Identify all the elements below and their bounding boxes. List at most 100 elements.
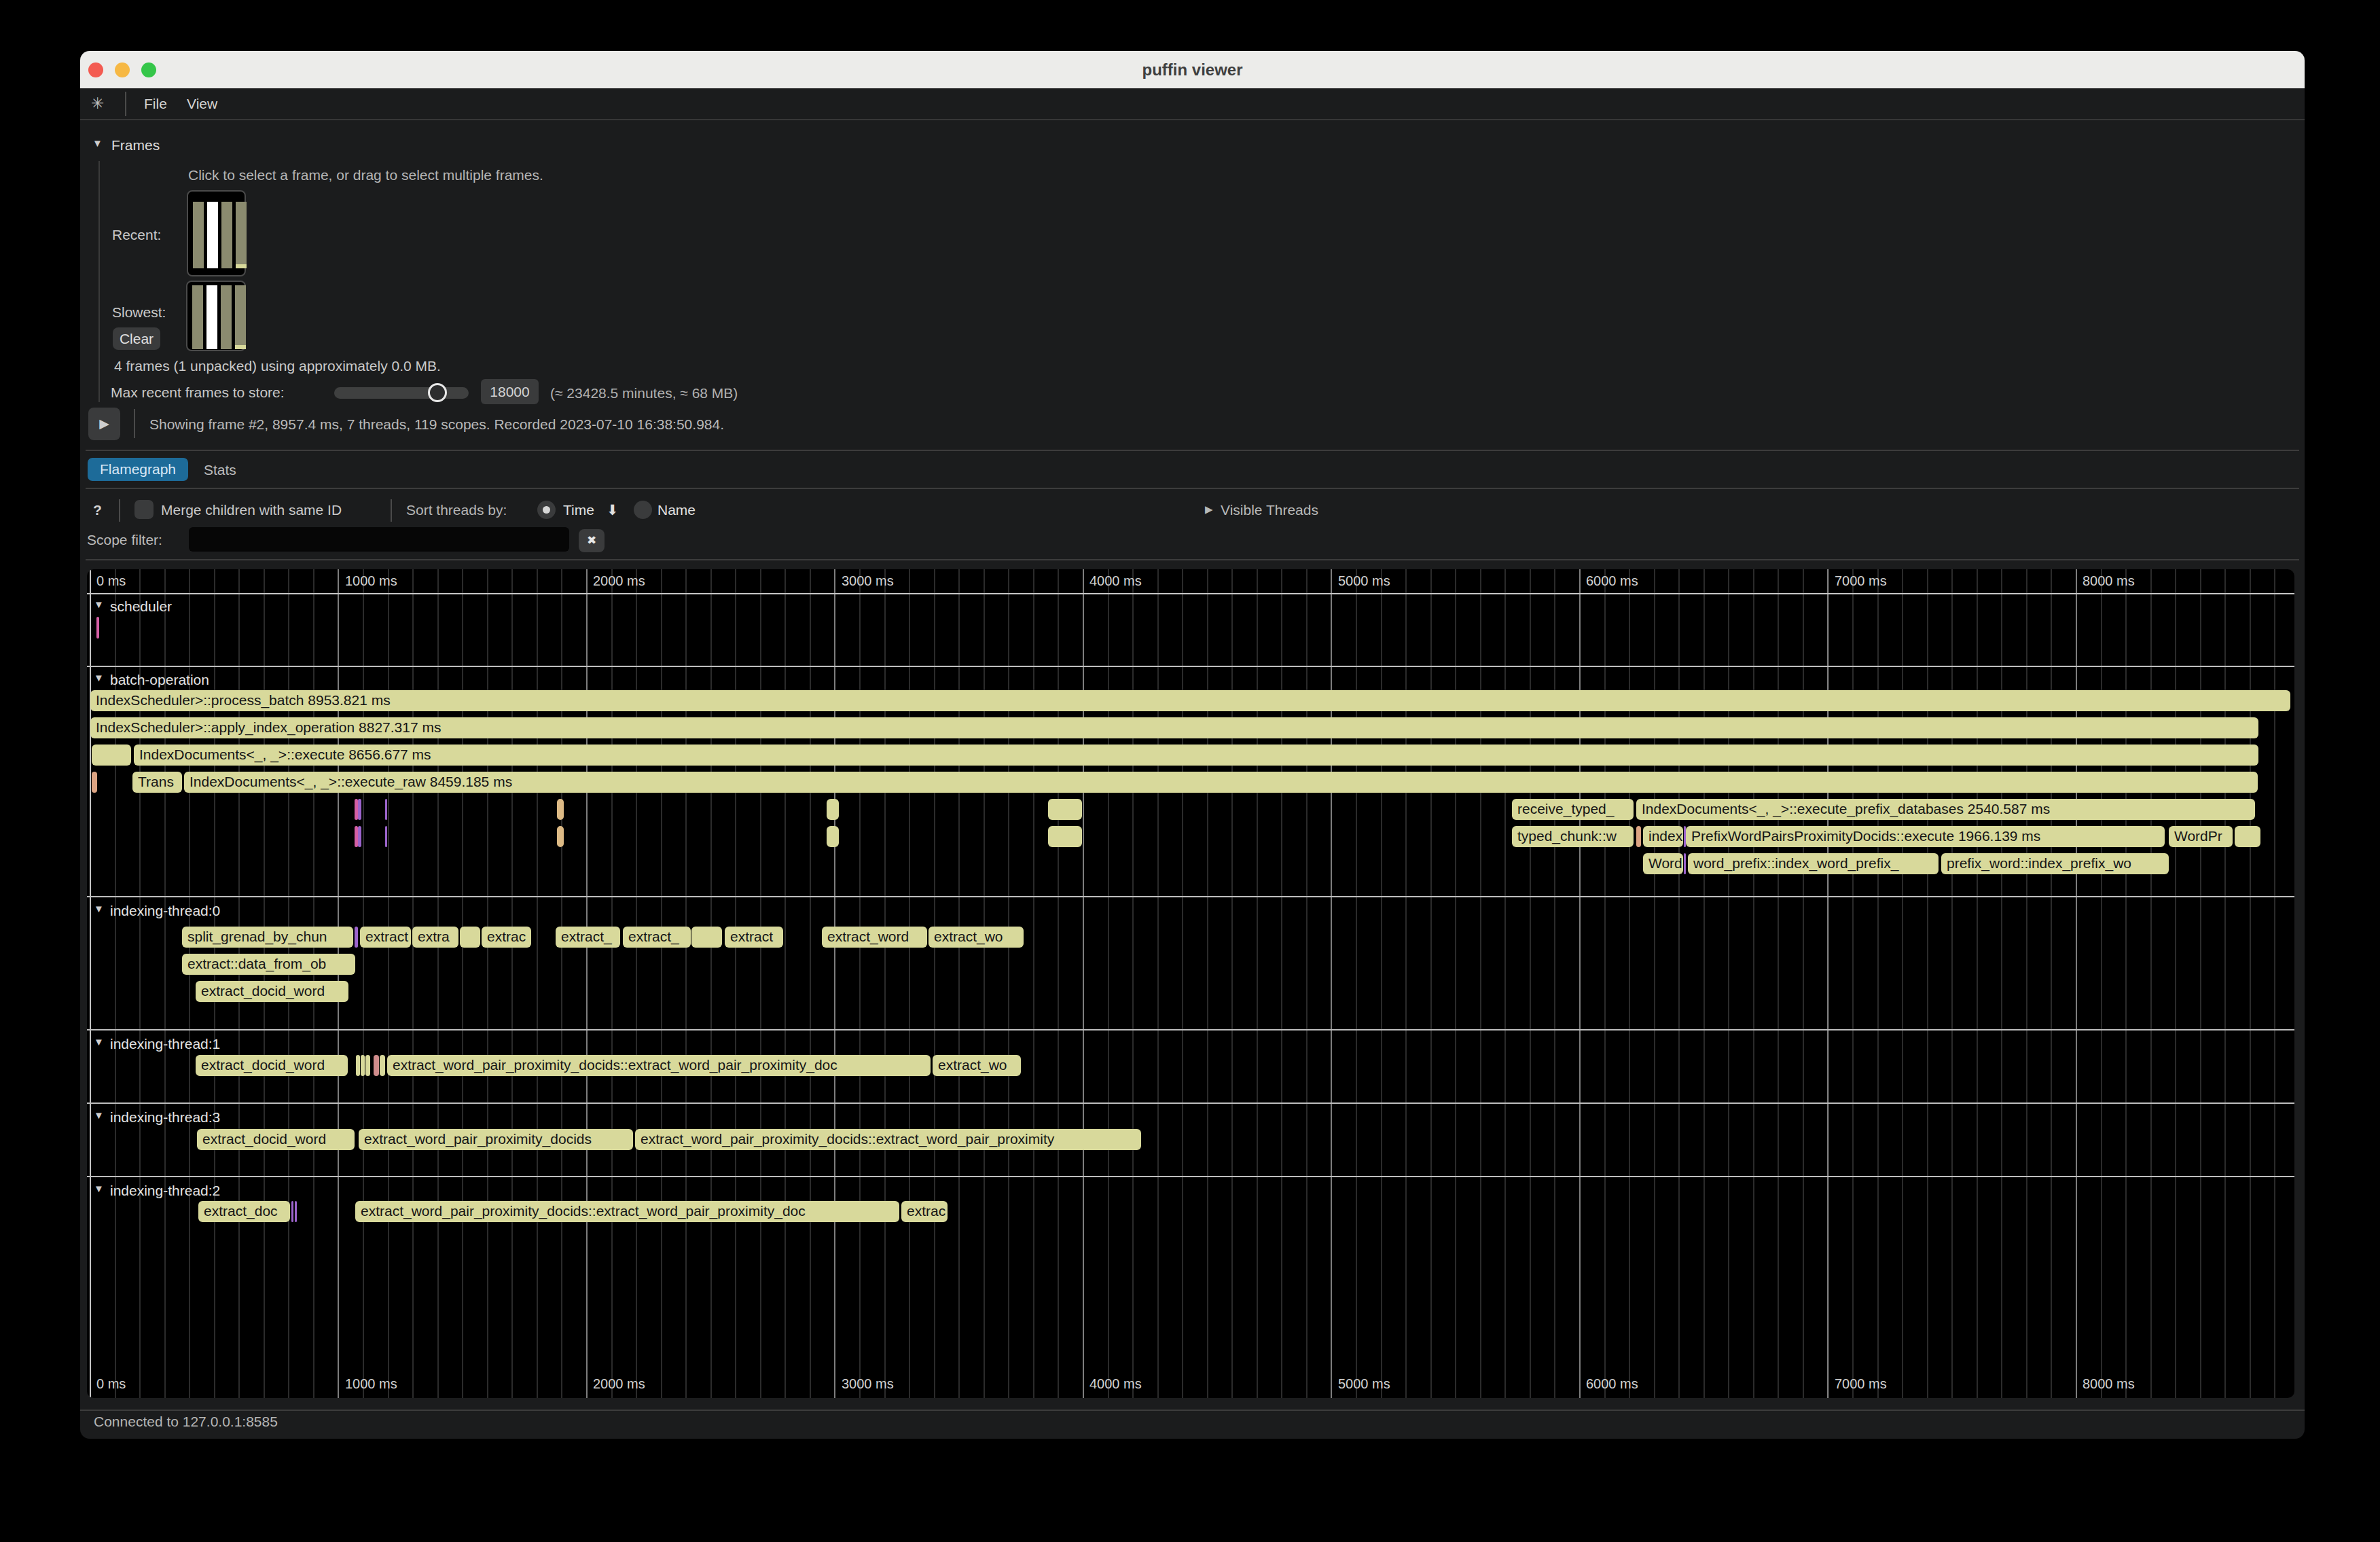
thread-label-t0[interactable]: indexing-thread:0 — [110, 903, 220, 919]
scope-bar[interactable]: extract_ — [556, 927, 620, 948]
thread-collapse-icon[interactable]: ▼ — [94, 1109, 104, 1121]
scope-bar[interactable]: extract_word_pair_proximity_docids — [359, 1129, 633, 1150]
scope-bar[interactable] — [291, 1201, 293, 1222]
flamegraph-panel[interactable]: 0 ms 1000 ms 2000 ms 3000 ms 4000 ms 500… — [87, 569, 2294, 1398]
scope-bar[interactable]: extrac — [482, 927, 531, 948]
scope-bar[interactable]: extra — [412, 927, 458, 948]
scope-bar[interactable]: IndexDocuments<_, _>::execute_prefix_dat… — [1636, 799, 2255, 820]
app-menu-icon[interactable]: ✳ — [91, 88, 104, 119]
scope-bar[interactable]: receive_typed_ — [1512, 799, 1634, 820]
scope-bar[interactable]: extract_wo — [928, 927, 1024, 948]
scope-bar[interactable] — [1048, 826, 1082, 847]
thread-collapse-icon[interactable]: ▼ — [94, 672, 104, 683]
sort-name-radio[interactable] — [634, 501, 652, 519]
scope-bar[interactable] — [380, 1055, 385, 1076]
clear-button[interactable]: Clear — [113, 327, 160, 350]
thread-label-t3[interactable]: indexing-thread:3 — [110, 1109, 220, 1126]
scope-bar[interactable]: extract — [725, 927, 783, 948]
scope-bar[interactable]: word_prefix::index_word_prefix_ — [1688, 853, 1939, 874]
scope-bar[interactable]: extract_word_pair_proximity_docids::extr… — [387, 1055, 931, 1076]
scope-bar[interactable]: extract_doc — [198, 1201, 290, 1222]
scope-bar[interactable]: extract — [360, 927, 411, 948]
scope-bar[interactable]: typed_chunk::w — [1512, 826, 1634, 847]
scope-bar[interactable] — [96, 617, 99, 639]
scope-bar[interactable]: IndexScheduler>::apply_index_operation 8… — [90, 717, 2258, 738]
scope-filter-input[interactable] — [189, 527, 569, 552]
scope-bar[interactable] — [2235, 826, 2260, 847]
thread-label-scheduler[interactable]: scheduler — [110, 598, 172, 615]
scope-bar[interactable]: extract_word_pair_proximity_docids::extr… — [635, 1129, 1141, 1150]
scope-bar[interactable] — [1048, 799, 1082, 820]
scope-bar[interactable]: IndexDocuments<_, _>::execute_raw 8459.1… — [184, 772, 2258, 793]
frame-bar[interactable] — [221, 285, 232, 349]
tab-stats[interactable]: Stats — [204, 462, 236, 478]
scope-bar[interactable] — [385, 826, 387, 847]
frames-header[interactable]: Frames — [111, 137, 160, 154]
scope-bar[interactable]: extract_word — [822, 927, 927, 948]
scope-bar[interactable]: Trans — [132, 772, 182, 793]
frame-bar[interactable] — [193, 202, 204, 268]
frame-bar-selected[interactable] — [206, 285, 217, 349]
max-recent-slider[interactable] — [334, 387, 469, 399]
menu-view[interactable]: View — [187, 88, 217, 119]
scope-bar[interactable]: extract_docid_word — [197, 1129, 355, 1150]
scope-bar[interactable]: extract::data_from_ob — [182, 954, 355, 975]
scope-bar[interactable]: extract_wo — [933, 1055, 1021, 1076]
scope-bar[interactable]: PrefixWordPairsProximityDocids::execute … — [1686, 826, 2165, 847]
thread-label-batch[interactable]: batch-operation — [110, 672, 209, 688]
max-recent-value[interactable]: 18000 — [481, 379, 539, 404]
scope-bar[interactable] — [358, 799, 361, 820]
sort-time-radio[interactable] — [537, 501, 556, 519]
scope-bar[interactable] — [365, 1055, 370, 1076]
play-button[interactable]: ▶ — [88, 408, 120, 440]
scope-bar[interactable]: Word — [1643, 853, 1683, 874]
scope-bar[interactable] — [827, 799, 839, 820]
slider-knob[interactable] — [428, 383, 447, 402]
scope-bar[interactable] — [460, 927, 480, 948]
scope-bar[interactable] — [557, 799, 564, 820]
sort-time-label[interactable]: Time — [563, 502, 594, 518]
recent-frames-thumbnail[interactable] — [187, 190, 246, 276]
tab-flamegraph[interactable]: Flamegraph — [88, 458, 188, 481]
menu-file[interactable]: File — [144, 88, 167, 119]
scope-bar[interactable] — [691, 927, 722, 948]
clear-filter-button[interactable]: ✖ — [579, 529, 605, 552]
merge-label[interactable]: Merge children with same ID — [161, 502, 342, 518]
sort-name-label[interactable]: Name — [657, 502, 696, 518]
scope-bar[interactable] — [1684, 853, 1686, 874]
scope-bar[interactable] — [356, 1055, 360, 1076]
frame-bar[interactable] — [235, 285, 246, 349]
scope-bar[interactable] — [92, 745, 131, 766]
scope-bar[interactable]: IndexDocuments<_, _>::execute 8656.677 m… — [134, 745, 2258, 766]
thread-label-t1[interactable]: indexing-thread:1 — [110, 1036, 220, 1052]
scope-bar[interactable]: extract_ — [623, 927, 691, 948]
scope-bar[interactable] — [361, 1055, 365, 1076]
visible-threads-collapse-icon[interactable]: ▶ — [1205, 503, 1213, 516]
scope-bar[interactable] — [92, 772, 97, 793]
scope-bar[interactable] — [385, 799, 387, 820]
scope-bar[interactable] — [374, 1055, 379, 1076]
scope-bar[interactable]: index — [1643, 826, 1683, 847]
scope-bar[interactable]: extract_docid_word — [196, 981, 348, 1002]
scope-bar[interactable] — [295, 1201, 297, 1222]
scope-bar[interactable]: split_grenad_by_chun — [182, 927, 353, 948]
frame-bar-selected[interactable] — [207, 202, 218, 268]
frame-bar[interactable] — [236, 202, 247, 268]
thread-collapse-icon[interactable]: ▼ — [94, 598, 104, 610]
scope-bar[interactable] — [358, 826, 361, 847]
scope-bar[interactable] — [557, 826, 564, 847]
help-button[interactable]: ? — [93, 502, 102, 518]
thread-collapse-icon[interactable]: ▼ — [94, 903, 104, 914]
sort-direction-icon[interactable]: ⬇ — [607, 502, 619, 518]
scope-bar[interactable]: IndexScheduler>::process_batch 8953.821 … — [90, 690, 2290, 711]
thread-label-t2[interactable]: indexing-thread:2 — [110, 1183, 220, 1199]
scope-bar[interactable]: prefix_word::index_prefix_wo — [1941, 853, 2169, 874]
slowest-frames-thumbnail[interactable] — [186, 281, 246, 351]
scope-bar[interactable]: extract_docid_word — [196, 1055, 348, 1076]
scope-bar[interactable] — [1636, 826, 1641, 847]
scope-bar[interactable]: extrac — [901, 1201, 948, 1222]
merge-checkbox[interactable] — [134, 500, 154, 519]
thread-collapse-icon[interactable]: ▼ — [94, 1183, 104, 1194]
scope-bar[interactable]: WordPr — [2169, 826, 2233, 847]
scope-bar[interactable]: extract_word_pair_proximity_docids::extr… — [355, 1201, 899, 1222]
